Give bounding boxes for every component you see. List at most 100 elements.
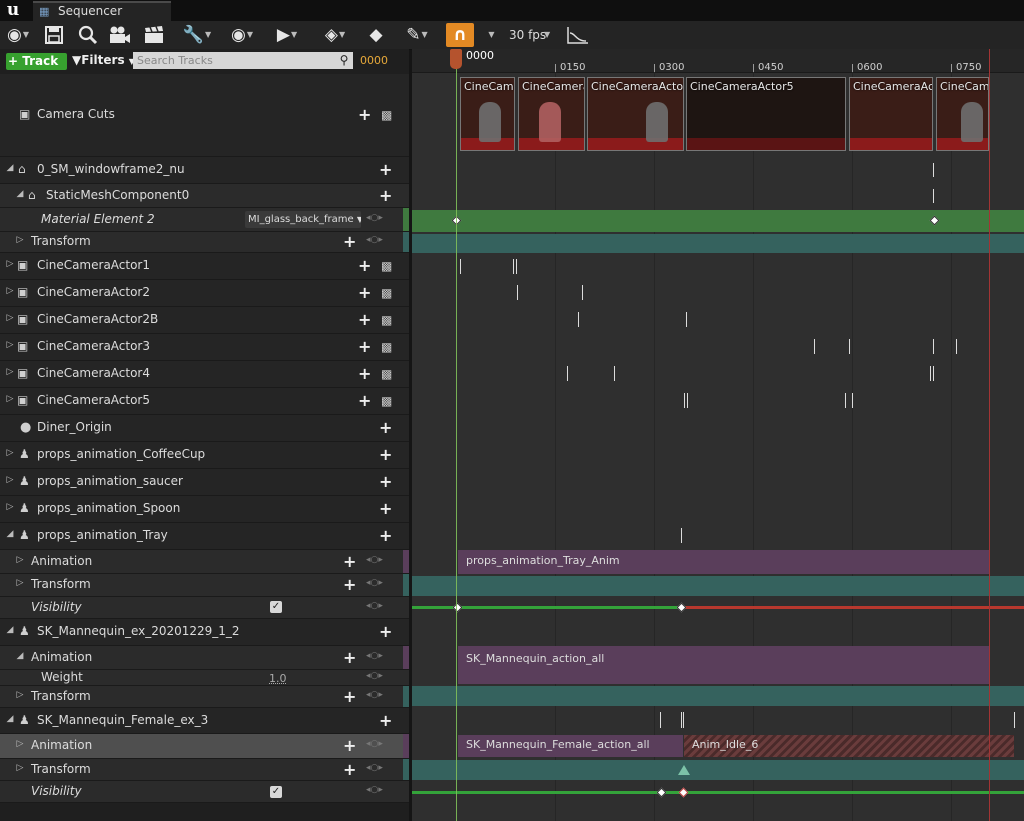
key-nav-icon[interactable]: ◂○▸ [366, 601, 383, 611]
track-cam1[interactable]: ▷ ▣ CineCameraActor1 + ▩ [0, 253, 409, 280]
track-cam2b[interactable]: ▷ ▣ CineCameraActor2B + ▩ [0, 307, 409, 334]
track-mannequin-transform[interactable]: ▷ Transform + ◂○▸ [0, 686, 409, 708]
search-tracks-input[interactable] [133, 52, 353, 69]
track-mannequin-animation[interactable]: ◢ Animation + ◂○▸ [0, 646, 409, 670]
clapper-icon[interactable] [142, 23, 166, 47]
search-field-icon[interactable]: ⚲ [336, 53, 352, 68]
key-tick[interactable] [849, 339, 850, 354]
keyframe[interactable] [452, 602, 463, 613]
keyframe[interactable] [678, 787, 689, 798]
key-nav-icon[interactable]: ◂○▸ [366, 785, 383, 795]
keyframe[interactable] [656, 787, 667, 798]
collapse-icon[interactable]: ◢ [4, 625, 16, 635]
add-icon[interactable]: + [379, 160, 392, 179]
add-icon[interactable]: + [379, 711, 392, 730]
key-nav-icon[interactable]: ◂○▸ [366, 235, 383, 245]
track-female-animation[interactable]: ▷ Animation + ◂○▸ [0, 734, 409, 759]
filters-button[interactable]: ▼Filters ▼ [72, 53, 135, 67]
track-cam5[interactable]: ▷ ▣ CineCameraActor5 + ▩ [0, 388, 409, 415]
key-tick[interactable] [681, 712, 682, 728]
wrench-icon[interactable]: 🔧▼ [180, 23, 214, 47]
weight-value-field[interactable]: 1.0 [269, 672, 287, 685]
key-tick[interactable] [513, 259, 514, 274]
unreal-logo-icon[interactable]: u [2, 1, 24, 19]
track-windowframe[interactable]: ◢ ⌂ 0_SM_windowframe2_nu + [0, 157, 409, 184]
add-icon[interactable]: + [379, 622, 392, 641]
expand-icon[interactable]: ▷ [4, 502, 16, 512]
camera-lock-icon[interactable]: ▩ [381, 394, 392, 408]
track-tray-visibility[interactable]: Visibility ◂○▸ [0, 597, 409, 619]
collapse-icon[interactable]: ◢ [4, 529, 16, 539]
add-icon[interactable]: + [379, 526, 392, 545]
expand-icon[interactable]: ▷ [4, 448, 16, 458]
expand-icon[interactable]: ▷ [4, 259, 16, 269]
expand-icon[interactable]: ▷ [14, 578, 26, 588]
track-coffeecup[interactable]: ▷ ♟ props_animation_CoffeeCup + [0, 442, 409, 469]
snap-dropdown-icon[interactable]: ▼ [484, 23, 498, 47]
key-tick[interactable] [686, 312, 687, 327]
add-icon[interactable]: + [343, 687, 356, 706]
expand-icon[interactable]: ▷ [4, 286, 16, 296]
keyframe[interactable] [929, 215, 940, 226]
key-icon[interactable]: ◈▼ [318, 23, 352, 47]
expand-icon[interactable]: ▷ [4, 313, 16, 323]
expand-icon[interactable]: ▷ [14, 235, 26, 245]
current-frame-field[interactable]: 0000 [360, 54, 388, 67]
add-icon[interactable]: + [343, 575, 356, 594]
fps-dropdown-icon[interactable]: ▼ [544, 30, 550, 39]
key-tick[interactable] [614, 366, 615, 381]
key-tick[interactable] [956, 339, 957, 354]
key-tick[interactable] [578, 312, 579, 327]
key-nav-icon[interactable]: ◂○▸ [366, 213, 383, 223]
camera-lock-icon[interactable]: ▩ [381, 367, 392, 381]
key-tick[interactable] [687, 393, 688, 408]
material-dropdown[interactable]: MI_glass_back_frame ▼ [245, 211, 361, 228]
key-tick[interactable] [516, 259, 517, 274]
camera-cut-shot[interactable]: CineCam [936, 77, 989, 151]
track-tray-transform[interactable]: ▷ Transform + ◂○▸ [0, 574, 409, 597]
key-tick[interactable] [660, 712, 661, 728]
key-tick[interactable] [582, 285, 583, 300]
track-mannequin-female[interactable]: ◢ ♟ SK_Mannequin_Female_ex_3 + [0, 708, 409, 734]
track-cam2[interactable]: ▷ ▣ CineCameraActor2 + ▩ [0, 280, 409, 307]
world-icon[interactable]: ◉▼ [4, 23, 32, 47]
add-icon[interactable]: + [379, 418, 392, 437]
play-icon[interactable]: ▶▼ [272, 23, 302, 47]
snap-magnet-button[interactable]: ∩ [446, 23, 474, 47]
expand-icon[interactable]: ▷ [4, 367, 16, 377]
add-icon[interactable]: + [343, 736, 356, 755]
track-static-mesh[interactable]: ◢ ⌂ StaticMeshComponent0 + [0, 184, 409, 208]
collapse-icon[interactable]: ◢ [14, 189, 26, 199]
key-tick[interactable] [460, 259, 461, 274]
camera-cut-shot[interactable]: CineCame [460, 77, 515, 151]
transform-key-icon[interactable] [678, 765, 690, 775]
key-tick[interactable] [684, 393, 685, 408]
track-camera-cuts[interactable]: ▣ Camera Cuts + ▩ [0, 74, 409, 157]
tray-transform-section[interactable] [412, 576, 1024, 596]
material-section[interactable] [412, 210, 1024, 232]
key-tick[interactable] [1014, 712, 1015, 728]
keyframe[interactable] [676, 602, 687, 613]
idle-anim-section[interactable]: Anim_Idle_6 [684, 735, 1014, 757]
track-mannequin-weight[interactable]: Weight ◂○▸ [0, 670, 409, 686]
add-icon[interactable]: + [358, 283, 371, 302]
expand-icon[interactable]: ▷ [14, 763, 26, 773]
key-nav-icon[interactable]: ◂○▸ [366, 739, 383, 749]
pencil-icon[interactable]: ✎▼ [400, 23, 434, 47]
camera-icon[interactable] [108, 23, 132, 47]
tray-anim-section[interactable]: props_animation_Tray_Anim [458, 550, 989, 574]
expand-icon[interactable]: ▷ [14, 690, 26, 700]
collapse-icon[interactable]: ◢ [4, 163, 16, 173]
camera-cut-shot[interactable]: CineCameraActor5 [686, 77, 846, 151]
key-nav-icon[interactable]: ◂○▸ [366, 651, 383, 661]
camera-cut-shot[interactable]: CineCameraActor [587, 77, 684, 151]
add-icon[interactable]: + [379, 472, 392, 491]
add-icon[interactable]: + [358, 364, 371, 383]
tag-icon[interactable]: ◆ [364, 23, 388, 47]
collapse-icon[interactable]: ◢ [4, 714, 16, 724]
add-icon[interactable]: + [358, 391, 371, 410]
expand-icon[interactable]: ▷ [14, 555, 26, 565]
playhead-handle[interactable] [450, 49, 462, 69]
save-icon[interactable] [42, 23, 66, 47]
key-tick[interactable] [567, 366, 568, 381]
